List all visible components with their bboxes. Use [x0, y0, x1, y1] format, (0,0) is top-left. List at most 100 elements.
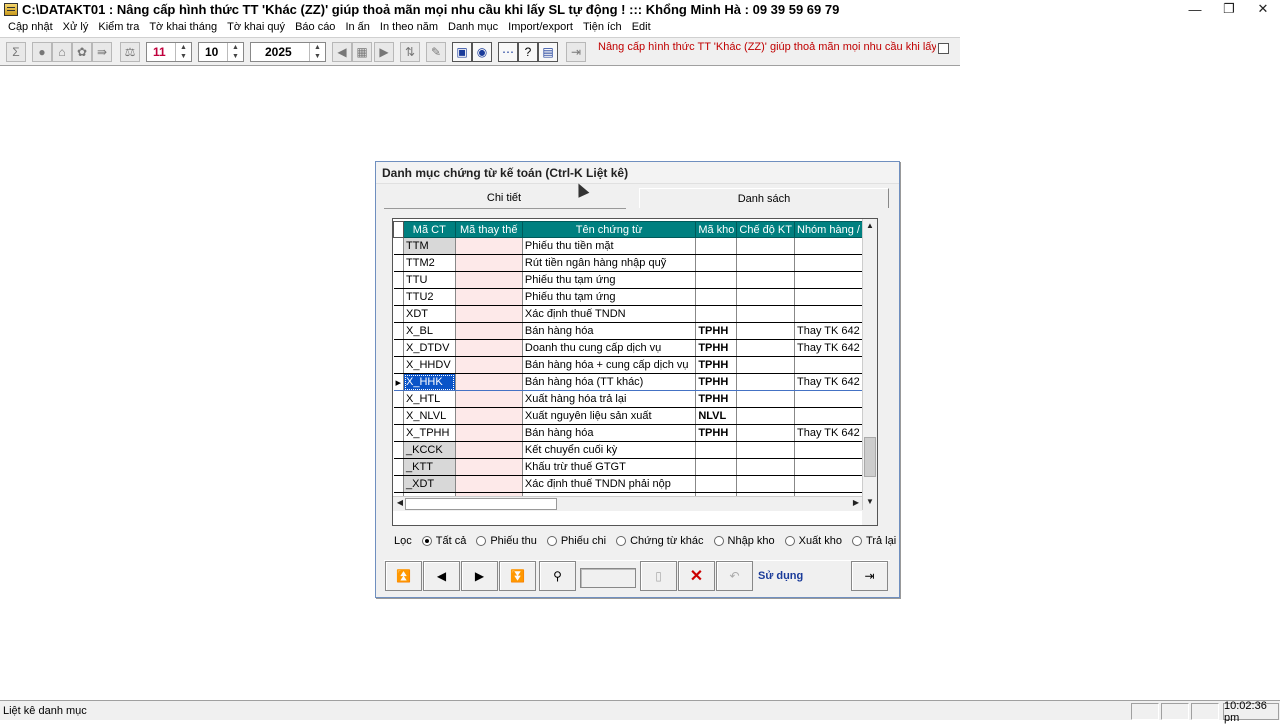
fast-forward-icon[interactable]: ⇛ [92, 42, 112, 62]
find-input[interactable] [580, 568, 636, 588]
cell-ma-thay-the[interactable] [455, 441, 523, 459]
cell-che-do-kt[interactable] [736, 424, 795, 442]
cell-ma-ct[interactable]: X_HHDV [403, 356, 456, 374]
cell-ten-chung-tu[interactable]: Bán hàng hóa [522, 424, 697, 442]
menu-kiem-tra[interactable]: Kiểm tra [94, 21, 145, 33]
cell-che-do-kt[interactable] [736, 237, 795, 255]
menu-in-an[interactable]: In ấn [341, 21, 375, 33]
cell-ten-chung-tu[interactable]: Xác định thuế TNDN [522, 305, 697, 323]
cell-ten-chung-tu[interactable]: Bán hàng hóa [522, 322, 697, 340]
cell-ma-thay-the[interactable] [455, 288, 523, 306]
day-spin-arrows-icon[interactable]: ▲ ▼ [175, 43, 191, 61]
cell-ma-thay-the[interactable] [455, 254, 523, 272]
next-record-button[interactable]: ▶ [461, 561, 498, 591]
cell-ma-ct[interactable]: X_TPHH [403, 424, 456, 442]
row-indicator[interactable] [393, 305, 405, 323]
cell-ma-ct[interactable]: _KTT [403, 458, 456, 476]
undo-button[interactable]: ↶ [716, 561, 753, 591]
scroll-up-icon[interactable]: ▲ [865, 221, 875, 233]
table-row[interactable]: X_BL Bán hàng hóa TPHH Thay TK 642 [393, 322, 863, 340]
month-spin-arrows-icon[interactable]: ▲ ▼ [227, 43, 243, 61]
row-indicator[interactable] [393, 458, 405, 476]
close-button[interactable]: ✕ [1246, 0, 1280, 18]
cell-nhom-hang[interactable] [794, 271, 863, 289]
cell-ma-kho[interactable] [695, 441, 738, 459]
cell-ma-thay-the[interactable] [455, 424, 523, 442]
scroll-right-icon[interactable]: ▶ [850, 498, 862, 510]
cell-ma-thay-the[interactable] [455, 339, 523, 357]
cell-nhom-hang[interactable]: Thay TK 642 [794, 424, 863, 442]
table-row[interactable]: XDT Xác định thuế TNDN [393, 305, 863, 323]
find-button[interactable]: ⚲ [539, 561, 576, 591]
last-record-button[interactable]: ⏬ [499, 561, 536, 591]
cell-ma-ct[interactable]: TTU2 [403, 288, 456, 306]
cell-che-do-kt[interactable] [736, 475, 795, 493]
menu-in-theo-nam[interactable]: In theo năm [376, 21, 444, 33]
menu-edit[interactable]: Edit [628, 21, 657, 33]
horizontal-scrollbar[interactable]: ◀ ▶ [393, 496, 863, 511]
cell-nhom-hang[interactable]: Thay TK 642 [794, 322, 863, 340]
table-row[interactable]: X_NLVL Xuất nguyên liệu sản xuất NLVL [393, 407, 863, 425]
cell-nhom-hang[interactable] [794, 390, 863, 408]
row-indicator[interactable] [393, 441, 405, 459]
exit-icon[interactable]: ⇥ [566, 42, 586, 62]
row-indicator[interactable]: ▸ [393, 373, 405, 391]
row-indicator[interactable] [393, 271, 405, 289]
cell-che-do-kt[interactable] [736, 322, 795, 340]
cell-ma-thay-the[interactable] [455, 373, 523, 391]
cell-ma-kho[interactable]: TPHH [695, 424, 738, 442]
ellipsis-icon[interactable]: ⋯ [498, 42, 518, 62]
day-stepper[interactable]: 11 ▲ ▼ [146, 42, 192, 62]
cell-ten-chung-tu[interactable]: Phiếu thu tiền mặt [522, 237, 697, 255]
filter-tat-ca[interactable]: Tất cả [421, 535, 466, 547]
cell-ma-thay-the[interactable] [455, 271, 523, 289]
cell-ma-ct[interactable]: TTM2 [403, 254, 456, 272]
tab-danh-sach[interactable]: Danh sách [639, 188, 889, 208]
cell-ma-ct[interactable]: X_HTL [403, 390, 456, 408]
filter-chung-tu-khac[interactable]: Chứng từ khác [616, 535, 704, 547]
year-spin-arrows-icon[interactable]: ▲ ▼ [309, 43, 325, 61]
table-row[interactable]: TTM Phiếu thu tiền mặt [393, 237, 863, 255]
help-icon[interactable]: ? [518, 42, 538, 62]
row-indicator[interactable] [393, 475, 405, 493]
cell-ma-ct[interactable]: TTM [403, 237, 456, 255]
window-icon[interactable]: ▣ [452, 42, 472, 62]
cell-ma-ct[interactable]: X_BL [403, 322, 456, 340]
vertical-scroll-thumb[interactable] [864, 437, 876, 477]
cell-che-do-kt[interactable] [736, 373, 795, 391]
cell-che-do-kt[interactable] [736, 390, 795, 408]
cell-ma-thay-the[interactable] [455, 390, 523, 408]
cell-ten-chung-tu[interactable]: Phiếu thu tạm ứng [522, 271, 697, 289]
col-nhom-hang[interactable]: Nhóm hàng / [793, 221, 863, 238]
cell-nhom-hang[interactable]: Thay TK 642 [794, 339, 863, 357]
table-row[interactable]: TTM2 Rút tiền ngân hàng nhập quỹ [393, 254, 863, 272]
cell-ma-thay-the[interactable] [455, 475, 523, 493]
table-row[interactable]: _XDT Xác định thuế TNDN phải nộp [393, 475, 863, 493]
col-che-do-kt[interactable]: Chế độ KT [736, 221, 795, 238]
menu-xu-ly[interactable]: Xử lý [59, 21, 95, 33]
cell-ma-kho[interactable]: TPHH [695, 356, 738, 374]
pen-icon[interactable]: ✎ [426, 42, 446, 62]
cell-che-do-kt[interactable] [736, 305, 795, 323]
cell-ma-thay-the[interactable] [455, 356, 523, 374]
balance-icon[interactable]: ⚖ [120, 42, 140, 62]
cell-nhom-hang[interactable]: Thay TK 642 [794, 373, 863, 391]
table-row[interactable]: TTU Phiếu thu tạm ứng [393, 271, 863, 289]
cell-ma-thay-the[interactable] [455, 305, 523, 323]
cell-che-do-kt[interactable] [736, 271, 795, 289]
cell-che-do-kt[interactable] [736, 458, 795, 476]
row-indicator[interactable] [393, 356, 405, 374]
prev-record-button[interactable]: ◀ [423, 561, 460, 591]
cell-ma-ct[interactable]: TTU [403, 271, 456, 289]
filter-phieu-chi[interactable]: Phiếu chi [546, 535, 606, 547]
table-row[interactable]: ▸ X_HHK Bán hàng hóa (TT khác) TPHH Thay TK … [393, 373, 863, 391]
notice-checkbox[interactable] [938, 43, 949, 54]
year-stepper[interactable]: 2025 ▲ ▼ [250, 42, 326, 62]
cell-ma-ct[interactable]: X_NLVL [403, 407, 456, 425]
filter-tra-lai[interactable]: Trả lại [852, 535, 896, 547]
cell-ten-chung-tu[interactable]: Phiếu thu tạm ứng [522, 288, 697, 306]
horizontal-scroll-thumb[interactable] [405, 498, 557, 510]
scroll-down-icon[interactable]: ▼ [865, 497, 875, 509]
next-icon[interactable]: ▶ [374, 42, 394, 62]
table-row[interactable]: X_DTDV Doanh thu cung cấp dịch vụ TPHH Thay… [393, 339, 863, 357]
